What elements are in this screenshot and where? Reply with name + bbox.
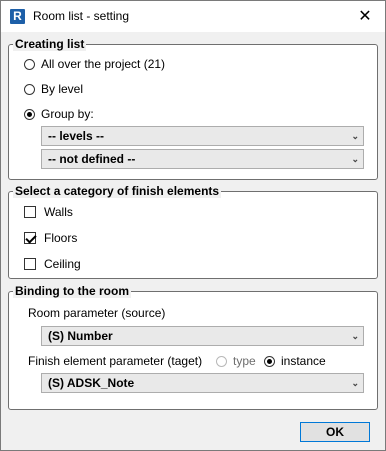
radio-group-by[interactable]: Group by: xyxy=(24,107,94,121)
radio-indicator[interactable] xyxy=(264,355,275,367)
window-title: Room list - setting xyxy=(33,9,130,23)
radio-indicator[interactable] xyxy=(24,83,35,95)
dialog-window: R Room list - setting ✕ Creating list Al… xyxy=(0,0,386,451)
radio-label: Group by: xyxy=(41,107,94,121)
checkbox-label: Walls xyxy=(44,205,73,219)
select-value: (S) Number xyxy=(48,329,113,343)
radio-indicator[interactable] xyxy=(24,58,35,70)
room-parameter-select[interactable]: (S) Number ⌄ xyxy=(41,326,364,346)
revit-app-icon: R xyxy=(10,9,25,24)
room-parameter-label: Room parameter (source) xyxy=(28,306,166,320)
chevron-down-icon: ⌄ xyxy=(351,131,359,141)
select-value: -- levels -- xyxy=(48,129,105,143)
chevron-down-icon: ⌄ xyxy=(351,378,359,388)
checkbox-indicator[interactable] xyxy=(24,206,36,218)
category-legend: Select a category of finish elements xyxy=(13,184,222,198)
radio-label: instance xyxy=(281,354,326,368)
ok-button[interactable]: OK xyxy=(300,422,370,442)
checkbox-indicator[interactable] xyxy=(24,258,36,270)
finish-parameter-label: Finish element parameter (taget) xyxy=(28,354,203,368)
checkbox-label: Floors xyxy=(44,231,78,245)
checkbox-label: Ceiling xyxy=(44,257,81,271)
chevron-down-icon: ⌄ xyxy=(351,331,359,341)
radio-label: All over the project (21) xyxy=(41,57,166,71)
radio-label: type xyxy=(233,354,256,368)
checkbox-floors[interactable]: Floors xyxy=(24,231,77,245)
radio-all-over-project[interactable]: All over the project (21) xyxy=(24,57,165,71)
chevron-down-icon: ⌄ xyxy=(351,154,359,164)
select-value: -- not defined -- xyxy=(48,152,136,166)
radio-indicator[interactable] xyxy=(24,108,35,120)
group-by-select-2[interactable]: -- not defined -- ⌄ xyxy=(41,149,364,169)
title-bar: R Room list - setting ✕ xyxy=(1,1,385,32)
radio-indicator[interactable] xyxy=(216,355,227,367)
binding-legend: Binding to the room xyxy=(13,284,131,298)
radio-label: By level xyxy=(41,82,84,96)
creating-list-legend: Creating list xyxy=(13,37,87,51)
radio-type[interactable]: type xyxy=(216,354,256,368)
radio-by-level[interactable]: By level xyxy=(24,82,83,96)
checkbox-ceiling[interactable]: Ceiling xyxy=(24,257,81,271)
close-button[interactable]: ✕ xyxy=(345,1,385,32)
checkbox-walls[interactable]: Walls xyxy=(24,205,73,219)
finish-parameter-select[interactable]: (S) ADSK_Note ⌄ xyxy=(41,373,364,393)
select-value: (S) ADSK_Note xyxy=(48,376,135,390)
checkbox-indicator[interactable] xyxy=(24,232,36,244)
group-by-select-1[interactable]: -- levels -- ⌄ xyxy=(41,126,364,146)
radio-instance[interactable]: instance xyxy=(264,354,326,368)
